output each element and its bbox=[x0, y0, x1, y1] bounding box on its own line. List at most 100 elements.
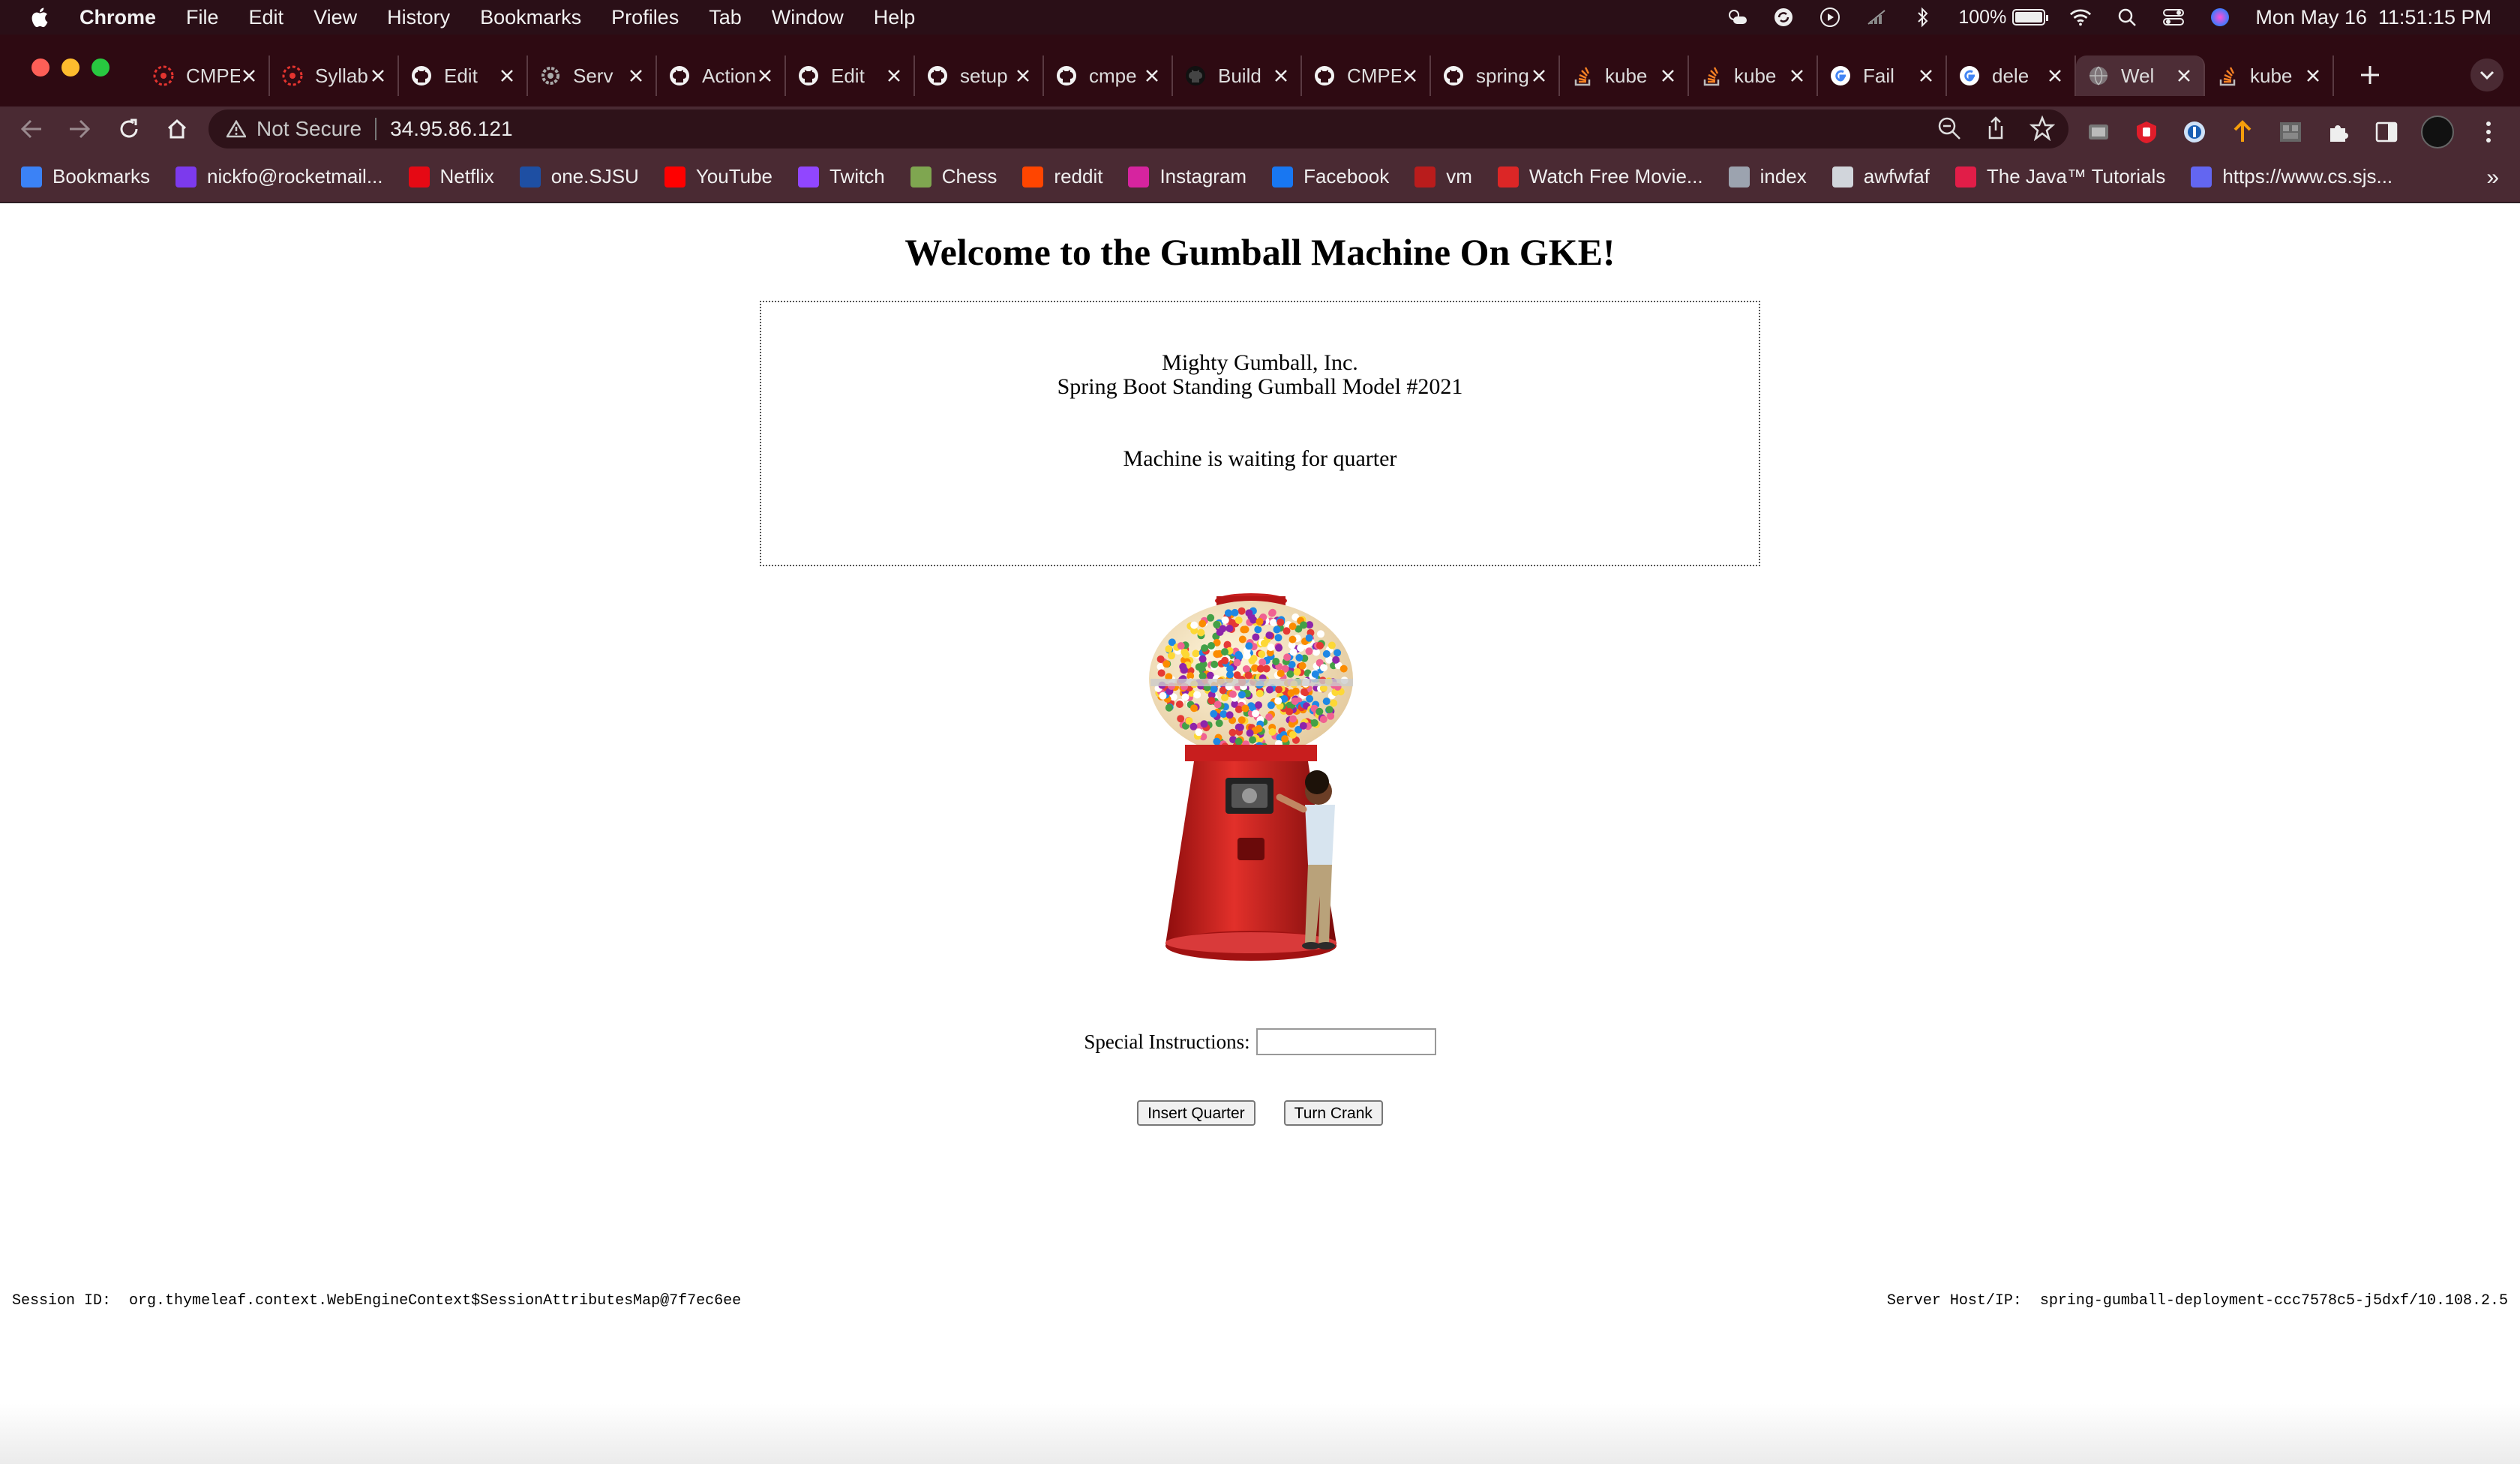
browser-tab[interactable]: Wel bbox=[2076, 56, 2205, 96]
browser-tab[interactable]: Edit bbox=[399, 56, 528, 96]
bookmark-item[interactable]: awfwfaf bbox=[1832, 165, 1930, 188]
browser-tab[interactable]: Syllabus bbox=[270, 56, 399, 96]
bookmark-item[interactable]: Twitch bbox=[798, 165, 885, 188]
close-icon[interactable] bbox=[1272, 67, 1290, 85]
browser-tab[interactable]: setup bbox=[915, 56, 1044, 96]
close-icon[interactable] bbox=[2304, 67, 2322, 85]
close-icon[interactable] bbox=[1659, 67, 1677, 85]
menu-file[interactable]: File bbox=[186, 6, 219, 29]
new-tab-button[interactable] bbox=[2355, 60, 2385, 90]
close-icon[interactable] bbox=[1014, 67, 1032, 85]
window-zoom-button[interactable] bbox=[92, 58, 110, 76]
browser-tab[interactable]: Edit bbox=[786, 56, 915, 96]
menu-app-name[interactable]: Chrome bbox=[80, 6, 156, 29]
browser-tab[interactable]: dele bbox=[1947, 56, 2076, 96]
special-instructions-input[interactable] bbox=[1256, 1028, 1436, 1055]
close-icon[interactable] bbox=[2175, 67, 2193, 85]
warning-icon[interactable] bbox=[226, 120, 246, 138]
bluetooth-icon[interactable] bbox=[1912, 6, 1934, 28]
browser-tab[interactable]: Build bbox=[1173, 56, 1302, 96]
menu-bookmarks[interactable]: Bookmarks bbox=[480, 6, 581, 29]
browser-tab[interactable]: cmpe bbox=[1044, 56, 1173, 96]
bookmark-item[interactable]: Watch Free Movie... bbox=[1497, 165, 1703, 188]
close-icon[interactable] bbox=[1530, 67, 1548, 85]
wifi-icon[interactable] bbox=[2069, 6, 2092, 28]
siri-icon[interactable] bbox=[2209, 6, 2231, 28]
menu-window[interactable]: Window bbox=[772, 6, 844, 29]
browser-tab[interactable]: CMPE bbox=[1302, 56, 1431, 96]
more-options-icon[interactable] bbox=[2475, 118, 2502, 146]
browser-tab[interactable]: kube bbox=[2205, 56, 2334, 96]
bookmark-item[interactable]: YouTube bbox=[664, 165, 772, 188]
browser-tab[interactable]: spring bbox=[1431, 56, 1560, 96]
close-icon[interactable] bbox=[240, 67, 258, 85]
close-icon[interactable] bbox=[1401, 67, 1419, 85]
adblock-extension-icon[interactable] bbox=[2133, 118, 2160, 146]
menu-view[interactable]: View bbox=[314, 6, 357, 29]
url-text[interactable]: 34.95.86.121 bbox=[390, 117, 513, 141]
profile-avatar[interactable] bbox=[2421, 116, 2454, 148]
grid-extension-icon[interactable] bbox=[2277, 118, 2304, 146]
bookmark-item[interactable]: reddit bbox=[1022, 165, 1102, 188]
back-button[interactable] bbox=[18, 116, 45, 142]
close-icon[interactable] bbox=[885, 67, 903, 85]
menu-help[interactable]: Help bbox=[874, 6, 916, 29]
security-label[interactable]: Not Secure bbox=[256, 117, 362, 141]
browser-tab[interactable]: kube bbox=[1560, 56, 1689, 96]
close-icon[interactable] bbox=[1788, 67, 1806, 85]
menu-profiles[interactable]: Profiles bbox=[611, 6, 679, 29]
bookmark-item[interactable]: Facebook bbox=[1272, 165, 1389, 188]
turn-crank-button[interactable]: Turn Crank bbox=[1283, 1100, 1383, 1126]
onepassword-extension-icon[interactable] bbox=[2181, 118, 2208, 146]
bookmark-item[interactable]: one.SJSU bbox=[519, 165, 639, 188]
menubar-clock[interactable]: Mon May 16 11:51:15 PM bbox=[2255, 6, 2492, 29]
browser-tab[interactable]: Serv bbox=[528, 56, 657, 96]
arrow-up-extension-icon[interactable] bbox=[2229, 118, 2256, 146]
close-icon[interactable] bbox=[1917, 67, 1935, 85]
bookmark-item[interactable]: Bookmarks bbox=[21, 165, 150, 188]
apple-icon[interactable] bbox=[28, 6, 50, 28]
bookmark-item[interactable]: index bbox=[1728, 165, 1807, 188]
close-icon[interactable] bbox=[2046, 67, 2064, 85]
forward-button[interactable] bbox=[66, 116, 93, 142]
bookmarks-overflow-icon[interactable]: » bbox=[2486, 165, 2499, 190]
bookmark-item[interactable]: The Java™ Tutorials bbox=[1954, 165, 2165, 188]
puzzle-extensions-icon[interactable] bbox=[2325, 118, 2352, 146]
reload-button[interactable] bbox=[116, 116, 142, 142]
close-icon[interactable] bbox=[498, 67, 516, 85]
tab-search-button[interactable] bbox=[2470, 58, 2504, 92]
window-minimize-button[interactable] bbox=[62, 58, 80, 76]
menu-edit[interactable]: Edit bbox=[249, 6, 284, 29]
share-icon[interactable] bbox=[1983, 116, 2008, 141]
close-icon[interactable] bbox=[627, 67, 645, 85]
battery-status[interactable]: 100% bbox=[1958, 7, 2049, 28]
browser-tab[interactable]: CMPE bbox=[141, 56, 270, 96]
side-panel-icon[interactable] bbox=[2373, 118, 2400, 146]
close-icon[interactable] bbox=[756, 67, 774, 85]
play-icon[interactable] bbox=[1819, 6, 1841, 28]
browser-tab[interactable]: Actions bbox=[657, 56, 786, 96]
browser-tab[interactable]: kube bbox=[1689, 56, 1818, 96]
bookmark-star-icon[interactable] bbox=[2030, 116, 2055, 141]
bookmark-item[interactable]: nickfo@rocketmail... bbox=[176, 165, 383, 188]
control-center-icon[interactable] bbox=[2162, 6, 2185, 28]
bookmark-item[interactable]: Netflix bbox=[408, 165, 494, 188]
weather-icon[interactable] bbox=[1726, 6, 1748, 28]
insert-quarter-button[interactable]: Insert Quarter bbox=[1137, 1100, 1256, 1126]
close-icon[interactable] bbox=[369, 67, 387, 85]
menu-tab[interactable]: Tab bbox=[709, 6, 742, 29]
window-close-button[interactable] bbox=[32, 58, 50, 76]
menu-history[interactable]: History bbox=[387, 6, 450, 29]
zoom-icon[interactable] bbox=[1936, 116, 1962, 141]
bookmark-item[interactable]: https://www.cs.sjs... bbox=[2191, 165, 2392, 188]
browser-tab[interactable]: Fail bbox=[1818, 56, 1947, 96]
close-icon[interactable] bbox=[1143, 67, 1161, 85]
muted-signal-icon[interactable] bbox=[1865, 6, 1888, 28]
spotlight-search-icon[interactable] bbox=[2116, 6, 2138, 28]
bookmark-item[interactable]: Chess bbox=[910, 165, 997, 188]
bookmark-item[interactable]: Instagram bbox=[1128, 165, 1246, 188]
cast-extension-icon[interactable] bbox=[2085, 118, 2112, 146]
address-bar[interactable]: Not Secure 34.95.86.121 bbox=[208, 110, 2068, 148]
bookmark-item[interactable]: vm bbox=[1414, 165, 1472, 188]
sync-icon[interactable] bbox=[1772, 6, 1795, 28]
